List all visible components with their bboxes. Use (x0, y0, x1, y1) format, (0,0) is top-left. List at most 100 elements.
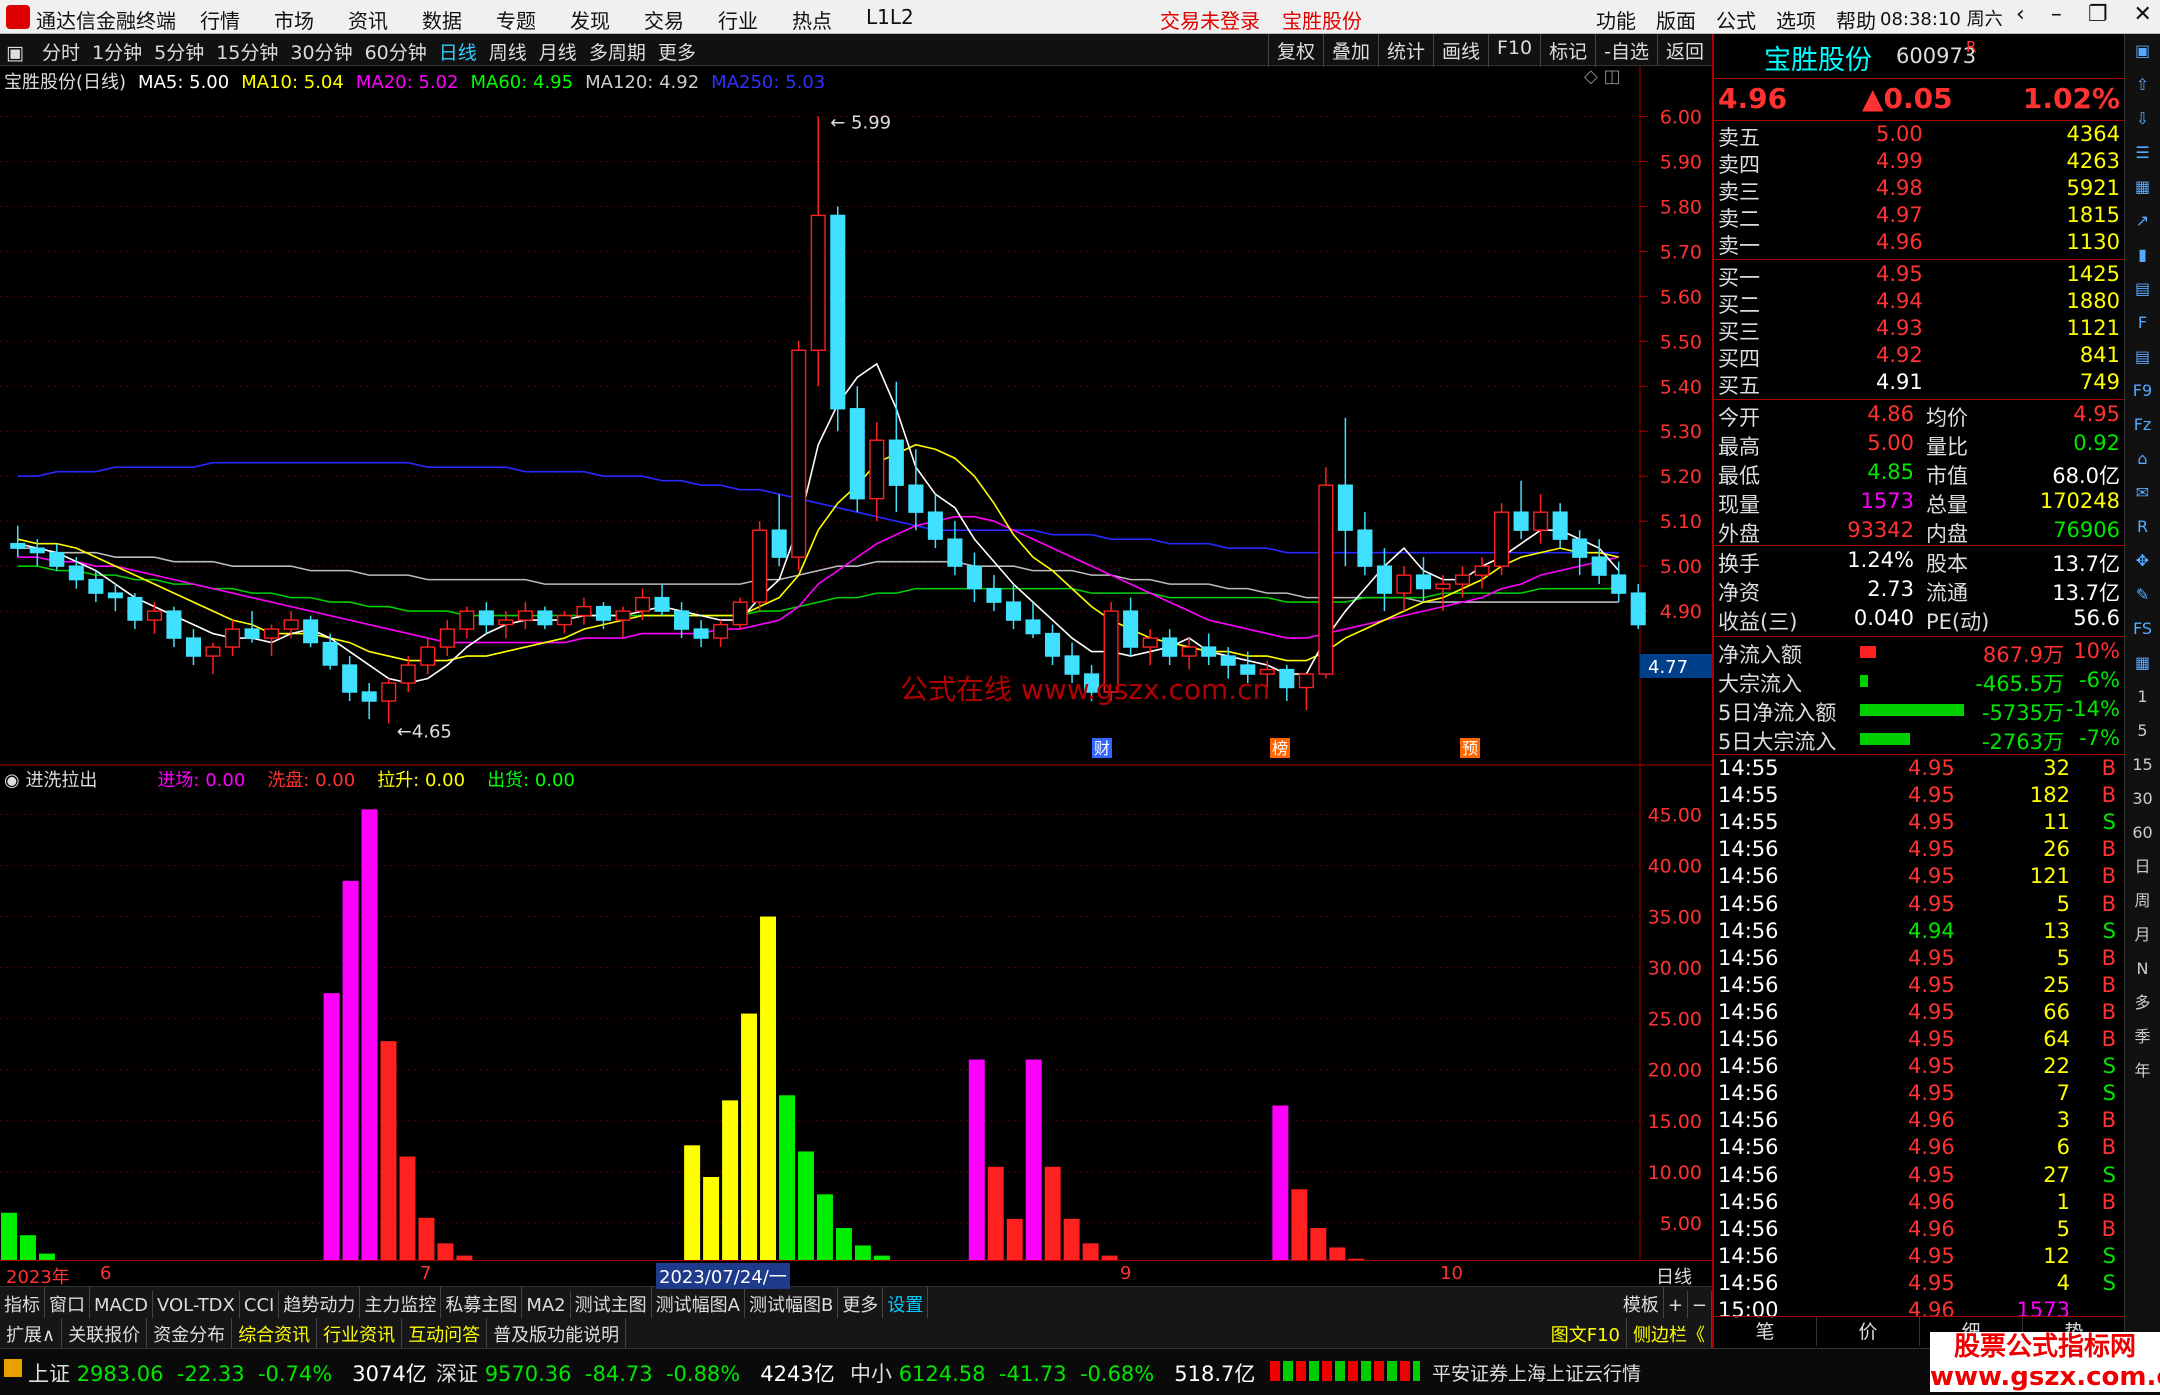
menu-item-6[interactable]: 交易 (644, 5, 684, 34)
mail-icon[interactable]: ✉ (2125, 476, 2160, 510)
fz-icon[interactable]: Fz (2125, 408, 2160, 442)
extension-tab-4[interactable]: 行业资讯 (317, 1318, 403, 1350)
sidebar-period-11[interactable]: 年 (2125, 1054, 2160, 1088)
period-tab-0[interactable]: 分时 (36, 34, 86, 69)
move-icon[interactable]: ✥ (2125, 544, 2160, 578)
chart-settings-icon[interactable]: ◇ ◫ (1584, 66, 1621, 87)
arrow-up-icon[interactable]: ▣ (2125, 34, 2160, 68)
tool-button-5[interactable]: 标记 (1540, 34, 1595, 67)
sz-index[interactable]: 深证 9570.36 -84.73 -0.88% 4243亿 (436, 1358, 835, 1388)
sidebar-period-8[interactable]: N (2125, 952, 2160, 986)
tool-button-3[interactable]: 画线 (1432, 34, 1488, 67)
sidebar-period-7[interactable]: 月 (2125, 918, 2160, 952)
indicator-tab-5[interactable]: 趋势动力 (279, 1287, 361, 1321)
arrow-up-icon[interactable]: ⇧ (2125, 68, 2160, 102)
extension-tab-3[interactable]: 综合资讯 (232, 1318, 318, 1350)
chart-icon[interactable]: ↗ (2125, 204, 2160, 238)
period-tab-3[interactable]: 15分钟 (210, 34, 284, 69)
pen-icon[interactable]: ✎ (2125, 578, 2160, 612)
tool-button-1[interactable]: 叠加 (1322, 34, 1378, 67)
quote-tab-1[interactable]: 价 (1817, 1317, 1920, 1346)
right-menu-item-0[interactable]: 功能 (1596, 5, 1636, 34)
doc-icon[interactable]: ▤ (2125, 272, 2160, 306)
restore-icon[interactable]: ❐ (2088, 2, 2108, 27)
sidebar-period-3[interactable]: 30 (2125, 782, 2160, 816)
menu-item-5[interactable]: 发现 (570, 5, 610, 34)
right-menu-item-2[interactable]: 公式 (1716, 5, 1756, 34)
tool-button-0[interactable]: 复权 (1267, 34, 1323, 67)
list-icon[interactable]: ☰ (2125, 136, 2160, 170)
fs-icon[interactable]: FS (2125, 612, 2160, 646)
sidebar-period-5[interactable]: 日 (2125, 850, 2160, 884)
menu-item-8[interactable]: 热点 (792, 5, 832, 34)
tool-button-7[interactable]: 返回 (1656, 34, 1712, 67)
sidebar-period-10[interactable]: 季 (2125, 1020, 2160, 1054)
f10-icon[interactable]: F (2125, 306, 2160, 340)
extension-tab-2[interactable]: 资金分布 (147, 1318, 233, 1350)
tool-button-6[interactable]: -自选 (1595, 34, 1657, 67)
indicator-tab-4[interactable]: CCI (240, 1291, 280, 1320)
indicator-panel[interactable]: 5.00 10.00 15.00 20.00 25.00 30.00 35.00 40.00 4… (0, 766, 1712, 1286)
status-menu-icon[interactable] (4, 1359, 22, 1377)
indicator-tab-8[interactable]: MA2 (522, 1291, 571, 1320)
template-button-0[interactable]: 模板 (1619, 1287, 1664, 1321)
indicator-tab-3[interactable]: VOL-TDX (153, 1291, 240, 1320)
sidebar-period-2[interactable]: 15 (2125, 748, 2160, 782)
indicator-tab-12[interactable]: 更多 (838, 1287, 884, 1321)
sidebar-period-9[interactable]: 多 (2125, 986, 2160, 1020)
quote-tab-0[interactable]: 笔 (1714, 1317, 1817, 1346)
menu-item-9[interactable]: L1L2 (866, 5, 914, 34)
template-button-2[interactable]: − (1688, 1291, 1712, 1320)
indicator-tab-11[interactable]: 测试幅图B (745, 1287, 839, 1321)
template-button-1[interactable]: + (1664, 1291, 1688, 1320)
sidebar-period-1[interactable]: 5 (2125, 714, 2160, 748)
indicator-tab-10[interactable]: 测试幅图A (652, 1287, 745, 1321)
indicator-chart[interactable]: 5.00 10.00 15.00 20.00 25.00 30.00 35.00 40.00 4… (0, 766, 1712, 1286)
sidebar-period-6[interactable]: 周 (2125, 884, 2160, 918)
f9-icon[interactable]: F9 (2125, 374, 2160, 408)
period-tab-1[interactable]: 1分钟 (86, 34, 148, 69)
kline-panel[interactable]: 4.90 5.00 5.10 5.20 5.30 5.40 5.50 5.60 5.70 5.80… (0, 66, 1712, 766)
menu-item-0[interactable]: 行情 (200, 5, 240, 34)
grid-icon[interactable]: ▦ (2125, 170, 2160, 204)
indicator-tab-13[interactable]: 设置 (883, 1287, 929, 1321)
period-tab-6[interactable]: 日线 (433, 34, 483, 69)
back-icon[interactable]: ‹ (2016, 2, 2025, 27)
period-tab-5[interactable]: 60分钟 (359, 34, 433, 69)
indicator-toggle-icon[interactable]: ◉ (4, 770, 25, 791)
indicator-tab-1[interactable]: 窗口 (45, 1287, 90, 1321)
menu-item-4[interactable]: 专题 (496, 5, 536, 34)
period-tab-4[interactable]: 30分钟 (284, 34, 358, 69)
menu-item-3[interactable]: 数据 (422, 5, 462, 34)
period-toggle-icon[interactable]: ▣ (0, 38, 30, 68)
bank-icon[interactable]: ⌂ (2125, 442, 2160, 476)
extension-right-0[interactable]: 图文F10 (1545, 1318, 1627, 1350)
period-tab-8[interactable]: 月线 (533, 34, 583, 69)
candle-icon[interactable]: ▮ (2125, 238, 2160, 272)
right-menu-item-3[interactable]: 选项 (1776, 5, 1816, 34)
zx-index[interactable]: 中小 6124.58 -41.73 -0.68% 518.7亿 (850, 1358, 1255, 1388)
doc-icon[interactable]: ▤ (2125, 340, 2160, 374)
period-tab-10[interactable]: 更多 (652, 34, 702, 69)
close-icon[interactable]: ✕ (2134, 2, 2152, 27)
extension-tab-6[interactable]: 普及版功能说明 (487, 1318, 627, 1350)
period-tab-2[interactable]: 5分钟 (148, 34, 210, 69)
indicator-tab-7[interactable]: 私募主图 (441, 1287, 523, 1321)
stock-name[interactable]: 宝胜股份 (1764, 38, 1872, 77)
sidebar-period-0[interactable]: 1 (2125, 680, 2160, 714)
indicator-tab-6[interactable]: 主力监控 (360, 1287, 442, 1321)
arrow-down-icon[interactable]: ⇩ (2125, 102, 2160, 136)
menu-item-1[interactable]: 市场 (274, 5, 314, 34)
indicator-tab-9[interactable]: 测试主图 (571, 1287, 652, 1321)
kline-chart[interactable]: 4.90 5.00 5.10 5.20 5.30 5.40 5.50 5.60 5.70 5.80… (0, 66, 1712, 766)
indicator-tab-2[interactable]: MACD (90, 1291, 153, 1320)
period-tab-7[interactable]: 周线 (483, 34, 533, 69)
minimize-icon[interactable]: – (2051, 2, 2062, 27)
login-status[interactable]: 交易未登录 (1160, 5, 1260, 34)
period-tab-9[interactable]: 多周期 (583, 34, 652, 69)
right-menu-item-4[interactable]: 帮助 (1836, 5, 1876, 34)
menu-item-2[interactable]: 资讯 (348, 5, 388, 34)
tool-button-2[interactable]: 统计 (1377, 34, 1433, 67)
menu-item-7[interactable]: 行业 (718, 5, 758, 34)
extension-right-1[interactable]: 侧边栏《 (1627, 1318, 1712, 1350)
